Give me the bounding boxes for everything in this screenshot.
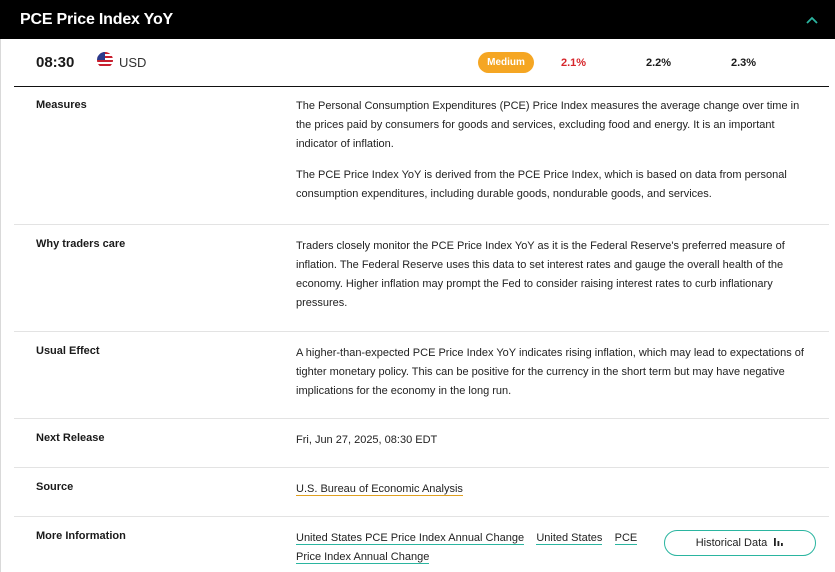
detail-label: Usual Effect <box>36 345 100 357</box>
more-info-link[interactable]: United States <box>536 532 603 545</box>
chevron-up-icon[interactable] <box>805 13 819 27</box>
detail-paragraph: The Personal Consumption Expenditures (P… <box>296 100 800 150</box>
detail-paragraph: Traders closely monitor the PCE Price In… <box>296 240 785 309</box>
detail-value: Fri, Jun 27, 2025, 08:30 EDT <box>296 434 438 446</box>
event-summary-row: 08:30 USD Medium 2.1% 2.2% 2.3% <box>0 39 835 86</box>
detail-label: Source <box>36 481 74 493</box>
detail-paragraph: The PCE Price Index YoY is derived from … <box>296 169 787 200</box>
detail-value: A higher-than-expected PCE Price Index Y… <box>296 344 816 401</box>
source-link[interactable]: U.S. Bureau of Economic Analysis <box>296 483 463 496</box>
previous-value: 2.3% <box>731 56 757 69</box>
detail-row-measures: Measures The Personal Consumption Expend… <box>14 87 829 225</box>
detail-label: Why traders care <box>36 238 126 250</box>
more-info-link[interactable]: PCE <box>614 532 638 545</box>
detail-row-source: Source U.S. Bureau of Economic Analysis <box>14 468 829 517</box>
impact-badge: Medium <box>478 52 534 73</box>
detail-value: U.S. Bureau of Economic Analysis <box>296 480 816 499</box>
forecast-value: 2.2% <box>646 56 672 69</box>
panel-header[interactable]: PCE Price Index YoY <box>0 0 835 39</box>
currency-label: USD <box>119 55 147 70</box>
bar-chart-icon <box>773 536 784 550</box>
historical-data-button[interactable]: Historical Data <box>664 530 816 556</box>
detail-label: Next Release <box>36 432 105 444</box>
event-time: 08:30 <box>36 54 75 71</box>
us-flag-icon <box>97 52 113 68</box>
detail-row-usual-effect: Usual Effect A higher-than-expected PCE … <box>14 332 829 419</box>
historical-data-label: Historical Data <box>695 537 768 549</box>
detail-paragraph: A higher-than-expected PCE Price Index Y… <box>296 347 804 397</box>
more-info-link[interactable]: Price Index Annual Change <box>296 551 430 564</box>
detail-value: United States PCE Price Index Annual Cha… <box>296 529 666 567</box>
actual-value: 2.1% <box>561 56 587 69</box>
detail-row-why-traders-care: Why traders care Traders closely monitor… <box>14 225 829 332</box>
detail-value: The Personal Consumption Expenditures (P… <box>296 97 816 204</box>
detail-row-next-release: Next Release Fri, Jun 27, 2025, 08:30 ED… <box>14 419 829 468</box>
detail-label: Measures <box>36 99 87 111</box>
more-info-link[interactable]: United States PCE Price Index Annual Cha… <box>296 532 525 545</box>
detail-value: Traders closely monitor the PCE Price In… <box>296 237 816 313</box>
page-title: PCE Price Index YoY <box>20 10 174 28</box>
detail-label: More Information <box>36 530 126 542</box>
